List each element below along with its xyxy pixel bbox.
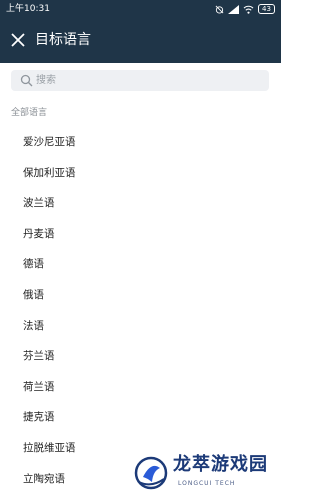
language-list: 爱沙尼亚语 保加利亚语 波兰语 丹麦语 德语 俄语 法语 芬兰语 荷兰语 捷克语… <box>0 127 281 494</box>
watermark-subtitle: LONGCUI TECH <box>178 480 236 487</box>
language-item[interactable]: 芬兰语 <box>0 341 281 372</box>
search-input[interactable] <box>36 70 262 91</box>
search-bar[interactable] <box>11 70 269 91</box>
signal-icon <box>228 4 239 14</box>
language-item[interactable]: 爱沙尼亚语 <box>0 127 281 158</box>
alarm-off-icon <box>215 5 224 14</box>
language-item[interactable]: 保加利亚语 <box>0 158 281 189</box>
language-item[interactable]: 俄语 <box>0 280 281 311</box>
search-icon <box>20 74 33 87</box>
wifi-icon <box>243 5 254 14</box>
language-item[interactable]: 德语 <box>0 249 281 280</box>
language-item[interactable]: 波兰语 <box>0 188 281 219</box>
watermark-logo-icon <box>134 456 168 490</box>
page-title: 目标语言 <box>35 32 91 48</box>
battery-icon: 43 <box>258 4 275 14</box>
status-time: 上午10:31 <box>6 4 50 14</box>
watermark: 龙萃游戏园 LONGCUI TECH <box>133 452 273 492</box>
watermark-title: 龙萃游戏园 <box>173 454 268 475</box>
section-label: 全部语言 <box>11 108 48 118</box>
language-item[interactable]: 荷兰语 <box>0 372 281 403</box>
status-bar: 上午10:31 43 <box>0 0 281 18</box>
language-item[interactable]: 丹麦语 <box>0 219 281 250</box>
app-header: 上午10:31 43 目标语言 <box>0 0 281 63</box>
status-icons: 43 <box>215 3 275 15</box>
language-item[interactable]: 捷克语 <box>0 402 281 433</box>
close-icon[interactable] <box>8 30 28 50</box>
language-item[interactable]: 法语 <box>0 311 281 342</box>
nav-bar: 目标语言 <box>0 18 281 63</box>
